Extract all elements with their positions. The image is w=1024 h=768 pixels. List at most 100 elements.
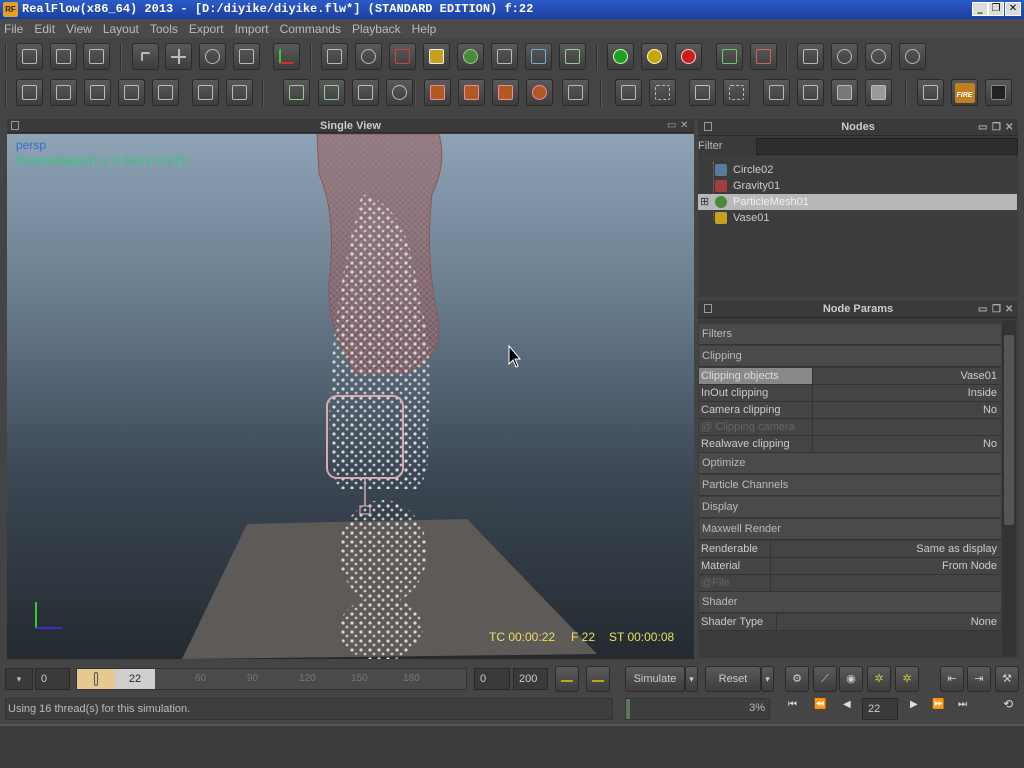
add-cube-button[interactable]	[423, 43, 450, 70]
minimize-button[interactable]: _	[972, 2, 988, 16]
layout-button-3[interactable]	[84, 79, 111, 106]
monitor-button[interactable]	[283, 79, 310, 106]
panel-maximize-icon[interactable]: ❐	[992, 122, 1001, 134]
reset-dropdown[interactable]: ▾	[761, 666, 774, 692]
add-mesh-button[interactable]	[457, 43, 484, 70]
param-camera-clipping[interactable]: Camera clipping No	[699, 402, 1001, 419]
timeline-menu-button[interactable]: ▾	[5, 668, 33, 690]
panel-close-icon[interactable]: ✕	[1005, 304, 1013, 316]
node-row-vase01[interactable]: Vase01	[707, 210, 1017, 226]
layout-button-2[interactable]	[50, 79, 77, 106]
expand-icon[interactable]: ⊞	[700, 194, 709, 210]
view-cube-button[interactable]	[192, 79, 219, 106]
hourglass-button[interactable]	[562, 79, 589, 106]
layout-button-5[interactable]	[152, 79, 179, 106]
menu-layout[interactable]: Layout	[103, 22, 139, 36]
simulate-button[interactable]: Simulate	[625, 666, 685, 692]
timeline-slider[interactable]: 22 60 90 120 150 180	[76, 668, 467, 690]
param-realwave-clipping[interactable]: Realwave clipping No	[699, 436, 1001, 453]
tools-button[interactable]: ⚒	[995, 666, 1019, 692]
node-row-circle02[interactable]: Circle02	[707, 162, 1017, 178]
keyframe-prev-button[interactable]	[555, 666, 579, 692]
panel-float-icon[interactable]	[704, 304, 712, 313]
fire-button[interactable]: FIRE	[951, 79, 978, 106]
timer-button[interactable]	[865, 43, 892, 70]
layout-button-4[interactable]	[118, 79, 145, 106]
particles-add-button[interactable]: ✲	[867, 666, 891, 692]
filter-input[interactable]	[756, 138, 1018, 155]
add-daemon-button[interactable]	[389, 43, 416, 70]
display-smooth-button[interactable]	[865, 79, 892, 106]
goto-start-icon[interactable]: ⏮	[788, 699, 797, 710]
sim-state-green-button[interactable]	[607, 43, 634, 70]
section-maxwell-render[interactable]: Maxwell Render	[699, 519, 1001, 540]
panel-close-icon[interactable]: ✕	[1005, 122, 1013, 134]
maximize-button[interactable]: ❐	[988, 2, 1004, 16]
new-scene-button[interactable]	[16, 43, 43, 70]
bounding-box-button[interactable]	[689, 79, 716, 106]
film-button[interactable]	[318, 79, 345, 106]
node-row-gravity01[interactable]: Gravity01	[707, 178, 1017, 194]
panel-float-icon[interactable]	[704, 122, 712, 131]
batch-graph-button[interactable]	[797, 43, 824, 70]
view-box-button[interactable]	[226, 79, 253, 106]
add-particles-button[interactable]	[355, 43, 382, 70]
display-shaded-button[interactable]	[831, 79, 858, 106]
hybrido-button[interactable]	[985, 79, 1012, 106]
params-scrollbar[interactable]	[1002, 320, 1016, 656]
rotate-tool-button[interactable]	[199, 43, 226, 70]
timeline-current-frame[interactable]: 22	[115, 669, 155, 689]
object-cube-button[interactable]	[615, 79, 642, 106]
goto-end-icon[interactable]: ⏭	[958, 699, 967, 710]
step-back-icon[interactable]: ⏪	[814, 699, 826, 710]
keyframe-next-button[interactable]	[586, 666, 610, 692]
export-target-button[interactable]	[526, 79, 553, 106]
timeline-handle[interactable]	[94, 672, 98, 686]
particles-remove-button[interactable]: ✲	[895, 666, 919, 692]
dashed-box-button[interactable]	[723, 79, 750, 106]
move-tool-button[interactable]	[165, 43, 192, 70]
dots-button[interactable]	[386, 79, 413, 106]
section-clipping[interactable]: Clipping	[699, 346, 1001, 367]
panel-maximize-icon[interactable]: ❐	[992, 304, 1001, 316]
notes-button[interactable]	[352, 79, 379, 106]
menu-playback[interactable]: Playback	[352, 22, 401, 36]
section-filters[interactable]: Filters	[699, 324, 1001, 345]
node-row-particlemesh01[interactable]: ⊞ ParticleMesh01	[698, 194, 1017, 210]
param-clipping-objects[interactable]: Clipping objects Vase01	[699, 368, 1001, 385]
panel-minimize-icon[interactable]: ▭	[978, 304, 987, 316]
scrollbar-thumb[interactable]	[1004, 335, 1014, 525]
select-tool-button[interactable]	[132, 43, 159, 70]
loop-icon[interactable]: ⟲	[1003, 697, 1013, 711]
display-wire-button[interactable]	[763, 79, 790, 106]
render-button[interactable]	[899, 43, 926, 70]
discard-cache-button[interactable]	[750, 43, 777, 70]
section-particle-channels[interactable]: Particle Channels	[699, 475, 1001, 496]
menu-view[interactable]: View	[66, 22, 92, 36]
object-dashed-cube-button[interactable]	[649, 79, 676, 106]
export-grid-button[interactable]	[424, 79, 451, 106]
param-renderable[interactable]: Renderable Same as display	[699, 541, 1001, 558]
sim-options-button[interactable]: ⚙	[785, 666, 809, 692]
menu-file[interactable]: File	[4, 22, 23, 36]
range-start-field[interactable]: 0	[474, 668, 510, 690]
display-flat-button[interactable]	[797, 79, 824, 106]
menu-export[interactable]: Export	[189, 22, 224, 36]
sim-state-yellow-button[interactable]	[641, 43, 668, 70]
section-display[interactable]: Display	[699, 497, 1001, 518]
add-rigid-button[interactable]	[559, 43, 586, 70]
close-button[interactable]: ✕	[1005, 2, 1021, 16]
play-reverse-icon[interactable]: ◀	[843, 699, 851, 710]
add-object-button[interactable]	[321, 43, 348, 70]
3d-viewport[interactable]: persp ParticleMesh01 V 4 650 F 0 672 TC …	[7, 134, 694, 659]
sim-state-red-button[interactable]	[675, 43, 702, 70]
panel-close-icon[interactable]: ✕	[680, 120, 688, 132]
param-shader-type[interactable]: Shader Type None	[699, 614, 1001, 631]
step-forward-icon[interactable]: ⏩	[932, 699, 944, 710]
visibility-button[interactable]: ◉	[839, 666, 863, 692]
scale-tool-button[interactable]	[233, 43, 260, 70]
frame-field[interactable]: 22	[862, 698, 898, 720]
menu-edit[interactable]: Edit	[34, 22, 55, 36]
script-button[interactable]	[831, 43, 858, 70]
timeline-start-field[interactable]: 0	[35, 668, 70, 690]
